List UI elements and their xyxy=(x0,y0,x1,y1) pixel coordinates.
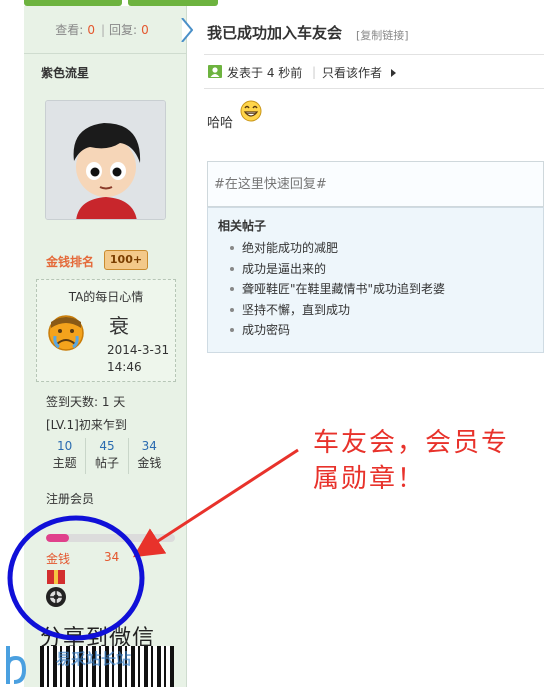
count-money[interactable]: 34 金钱 xyxy=(129,438,170,474)
count-topics-label: 主题 xyxy=(52,456,77,470)
count-topics-value: 10 xyxy=(57,439,73,453)
views-value: 0 xyxy=(87,22,95,37)
author-name[interactable]: 紫色流星 xyxy=(41,64,89,81)
user-online-icon xyxy=(208,65,222,78)
mood-date-time: 14:46 xyxy=(107,360,142,374)
post-content: 哈哈 xyxy=(207,112,233,131)
related-posts: 相关帖子 绝对能成功的减肥 成功是逼出来的 聋哑鞋匠"在鞋里藏情书"成功追到老婆… xyxy=(207,207,544,353)
replies-value: 0 xyxy=(141,22,149,37)
count-posts-value: 45 xyxy=(99,439,115,453)
divider xyxy=(204,88,544,89)
quick-reply-box xyxy=(207,161,544,207)
only-author-link[interactable]: 只看该作者 xyxy=(322,64,382,81)
rank-badge: 100+ xyxy=(104,250,148,270)
mood-date-day: 2014-3-31 xyxy=(107,343,170,357)
count-money-label: 金钱 xyxy=(137,456,162,470)
related-item[interactable]: 坚持不懈，直到成功 xyxy=(230,300,445,321)
user-counts: 10 主题 45 帖子 34 金钱 xyxy=(44,438,170,474)
count-topics[interactable]: 10 主题 xyxy=(44,438,87,474)
post-main: 我已成功加入车友会 [复制链接] 发表于 4 秒前 | 只看该作者 哈哈 相关帖… xyxy=(188,6,544,687)
money-label: 金钱 xyxy=(46,552,71,566)
count-money-value: 34 xyxy=(141,439,157,453)
avatar[interactable] xyxy=(45,100,166,220)
count-posts[interactable]: 45 帖子 xyxy=(86,438,129,474)
car-club-medal-icon[interactable] xyxy=(44,570,68,608)
replies-label: 回复: xyxy=(109,23,138,37)
level-progress-fill xyxy=(46,534,70,542)
arrow-right-icon xyxy=(391,69,396,77)
user-level: [LV.1]初来乍到 xyxy=(46,418,127,432)
view-reply-stats: 查看: 0 | 回复: 0 xyxy=(24,6,186,54)
divider xyxy=(204,54,544,55)
user-group[interactable]: 注册会员 xyxy=(46,490,94,507)
money-value: 34 xyxy=(104,550,120,564)
related-item[interactable]: 成功是逼出来的 xyxy=(230,259,445,280)
related-heading: 相关帖子 xyxy=(218,219,267,233)
post-text: 哈哈 xyxy=(207,116,234,131)
mood-word: 衰 xyxy=(109,314,129,338)
level-progress-bar xyxy=(46,534,175,542)
annotation-line-1: 车友会，会员专 xyxy=(313,428,510,458)
related-item[interactable]: 成功密码 xyxy=(230,320,445,341)
post-title: 我已成功加入车友会 xyxy=(207,24,343,42)
site-logo-mark-icon xyxy=(6,646,27,684)
daily-mood-box: TA的每日心情 衰 2014-3-31 14:46 xyxy=(36,279,176,382)
related-item[interactable]: 绝对能成功的减肥 xyxy=(230,238,445,259)
annotation-line-2: 属勋章！ xyxy=(313,464,426,494)
views-label: 查看: xyxy=(55,23,84,37)
sign-in-days: 签到天数: 1 天 xyxy=(46,395,126,409)
related-item[interactable]: 聋哑鞋匠"在鞋里藏情书"成功追到老婆 xyxy=(230,279,445,300)
count-posts-label: 帖子 xyxy=(94,456,119,470)
grin-emoji-icon xyxy=(240,100,262,122)
quick-reply-input[interactable] xyxy=(214,170,534,198)
annotation-text: 车友会，会员专 属勋章！ xyxy=(313,425,509,497)
post-time: 发表于 4 秒前 xyxy=(227,66,303,80)
cartoon-boy-avatar-icon xyxy=(46,101,165,219)
money-rank-label: 金钱排名 xyxy=(46,255,95,269)
related-list: 绝对能成功的减肥 成功是逼出来的 聋哑鞋匠"在鞋里藏情书"成功追到老婆 坚持不懈… xyxy=(230,238,445,341)
site-watermark: 易采站长站 xyxy=(56,650,132,668)
copy-link-button[interactable]: [复制链接] xyxy=(356,27,409,43)
stats-separator: | xyxy=(100,22,106,37)
mood-title: TA的每日心情 xyxy=(68,290,144,304)
moon-level-icon xyxy=(50,517,61,524)
meta-separator: | xyxy=(312,65,317,79)
mood-date: 2014-3-31 14:46 xyxy=(107,342,169,376)
sad-face-icon xyxy=(48,315,84,351)
